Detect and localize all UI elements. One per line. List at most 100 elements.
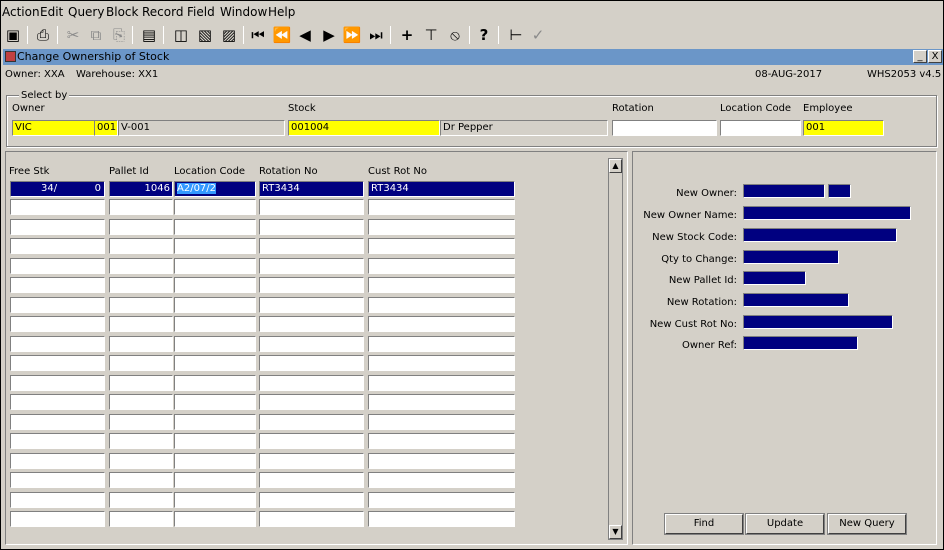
location-code-cell[interactable] — [174, 355, 256, 371]
menu-action[interactable]: Action — [2, 5, 40, 19]
rotation-no-cell[interactable] — [259, 316, 364, 332]
previous-record-icon[interactable]: ◀ — [295, 25, 315, 45]
query-icon[interactable]: ◫ — [171, 25, 191, 45]
location-code-cell[interactable] — [174, 238, 256, 254]
scroll-up-icon[interactable]: ▲ — [609, 159, 622, 173]
pallet-id-cell[interactable] — [109, 238, 173, 254]
location-code-field[interactable] — [720, 120, 801, 136]
free-stk-cell[interactable] — [10, 355, 105, 371]
stock-code-field[interactable]: 001004 — [288, 120, 440, 136]
new-stock-code-field[interactable] — [743, 228, 897, 242]
grid-scrollbar[interactable]: ▲ ▼ — [608, 158, 623, 540]
free-stk-cell[interactable] — [10, 296, 105, 313]
rotation-no-cell[interactable] — [259, 452, 364, 469]
pallet-id-cell[interactable] — [109, 355, 173, 371]
menu-block[interactable]: Block — [106, 5, 138, 19]
cust-rot-no-cell[interactable] — [368, 511, 515, 527]
pallet-id-cell[interactable] — [109, 296, 173, 313]
rotation-no-cell[interactable] — [259, 355, 364, 371]
previous-set-icon[interactable]: ⏪ — [272, 25, 292, 45]
cust-rot-no-cell[interactable] — [368, 199, 515, 215]
pallet-id-cell[interactable] — [109, 335, 173, 352]
new-owner-number-field[interactable] — [828, 184, 851, 198]
cust-rot-no-cell[interactable] — [368, 218, 515, 235]
help-icon[interactable]: ? — [474, 25, 494, 45]
cust-rot-no-cell[interactable] — [368, 491, 515, 508]
menu-window[interactable]: Window — [220, 5, 267, 19]
update-button[interactable]: Update — [746, 514, 824, 534]
pallet-id-cell[interactable] — [109, 413, 173, 430]
pallet-id-cell[interactable] — [109, 316, 173, 332]
new-owner-field[interactable] — [743, 184, 825, 198]
rotation-no-cell[interactable] — [259, 257, 364, 274]
location-code-cell[interactable] — [174, 394, 256, 410]
cust-rot-no-cell[interactable] — [368, 257, 515, 274]
pallet-id-cell[interactable] — [109, 218, 173, 235]
new-pallet-id-field[interactable] — [743, 271, 806, 285]
new-rotation-field[interactable] — [743, 293, 849, 307]
location-code-cell[interactable] — [174, 413, 256, 430]
cust-rot-no-cell[interactable] — [368, 238, 515, 254]
location-code-cell[interactable] — [174, 452, 256, 469]
close-button[interactable]: X — [928, 50, 942, 63]
commit-icon[interactable]: ✓ — [528, 25, 548, 45]
rotation-no-cell[interactable] — [259, 374, 364, 391]
execute-query-icon[interactable]: ▨ — [219, 25, 239, 45]
location-code-cell[interactable] — [174, 511, 256, 527]
print-icon[interactable]: ⎙ — [33, 25, 53, 45]
cust-rot-no-cell[interactable] — [368, 296, 515, 313]
owner-code-field[interactable]: VIC — [12, 120, 98, 136]
new-cust-rot-no-field[interactable] — [743, 315, 893, 329]
pallet-id-cell[interactable] — [109, 374, 173, 391]
menu-edit[interactable]: Edit — [40, 5, 63, 19]
location-code-cell[interactable] — [174, 491, 256, 508]
pallet-id-cell[interactable] — [109, 511, 173, 527]
location-code-cell[interactable] — [174, 335, 256, 352]
insert-record-icon[interactable]: + — [397, 25, 417, 45]
pallet-id-cell[interactable] — [109, 277, 173, 293]
rotation-no-cell[interactable] — [259, 335, 364, 352]
free-stk-cell[interactable] — [10, 238, 105, 254]
next-record-icon[interactable]: ▶ — [319, 25, 339, 45]
cust-rot-no-cell[interactable] — [368, 374, 515, 391]
pallet-id-cell[interactable] — [109, 452, 173, 469]
rotation-no-cell[interactable] — [259, 238, 364, 254]
owner-ref-field[interactable] — [743, 336, 858, 350]
rotation-field[interactable] — [612, 120, 717, 136]
location-code-cell[interactable] — [174, 277, 256, 293]
rotation-no-cell[interactable] — [259, 277, 364, 293]
free-stk-cell[interactable] — [10, 511, 105, 527]
free-stk-cell[interactable] — [10, 374, 105, 391]
new-owner-name-field[interactable] — [743, 206, 911, 220]
pallet-id-cell[interactable] — [109, 472, 173, 488]
scroll-down-icon[interactable]: ▼ — [609, 525, 622, 539]
location-code-cell[interactable] — [174, 218, 256, 235]
menu-field[interactable]: Field — [187, 5, 215, 19]
rotation-no-cell[interactable]: RT3434 — [259, 181, 364, 197]
next-set-icon[interactable]: ⏩ — [342, 25, 362, 45]
location-code-cell[interactable] — [174, 296, 256, 313]
pallet-id-cell[interactable] — [109, 491, 173, 508]
pallet-id-cell[interactable] — [109, 199, 173, 215]
free-stk-cell[interactable]: 34/ 0 — [10, 181, 105, 197]
rotation-no-cell[interactable] — [259, 511, 364, 527]
delete-record-icon[interactable]: ⊤ — [421, 25, 441, 45]
pallet-id-cell[interactable]: 1046 — [109, 181, 173, 197]
clear-field-icon[interactable]: ▤ — [139, 25, 159, 45]
rotation-no-cell[interactable] — [259, 394, 364, 410]
free-stk-cell[interactable] — [10, 472, 105, 488]
location-code-cell[interactable] — [174, 472, 256, 488]
location-code-cell[interactable] — [174, 199, 256, 215]
find-button[interactable]: Find — [665, 514, 743, 534]
rotation-no-cell[interactable] — [259, 296, 364, 313]
cust-rot-no-cell[interactable] — [368, 335, 515, 352]
paste-icon[interactable]: ⎘ — [109, 25, 129, 45]
rotation-no-cell[interactable] — [259, 218, 364, 235]
menu-query[interactable]: Query — [68, 5, 104, 19]
cust-rot-no-cell[interactable] — [368, 413, 515, 430]
cust-rot-no-cell[interactable] — [368, 316, 515, 332]
location-code-cell[interactable]: A2/07/2 — [174, 181, 256, 197]
free-stk-cell[interactable] — [10, 218, 105, 235]
cut-icon[interactable]: ✂ — [63, 25, 83, 45]
free-stk-cell[interactable] — [10, 277, 105, 293]
